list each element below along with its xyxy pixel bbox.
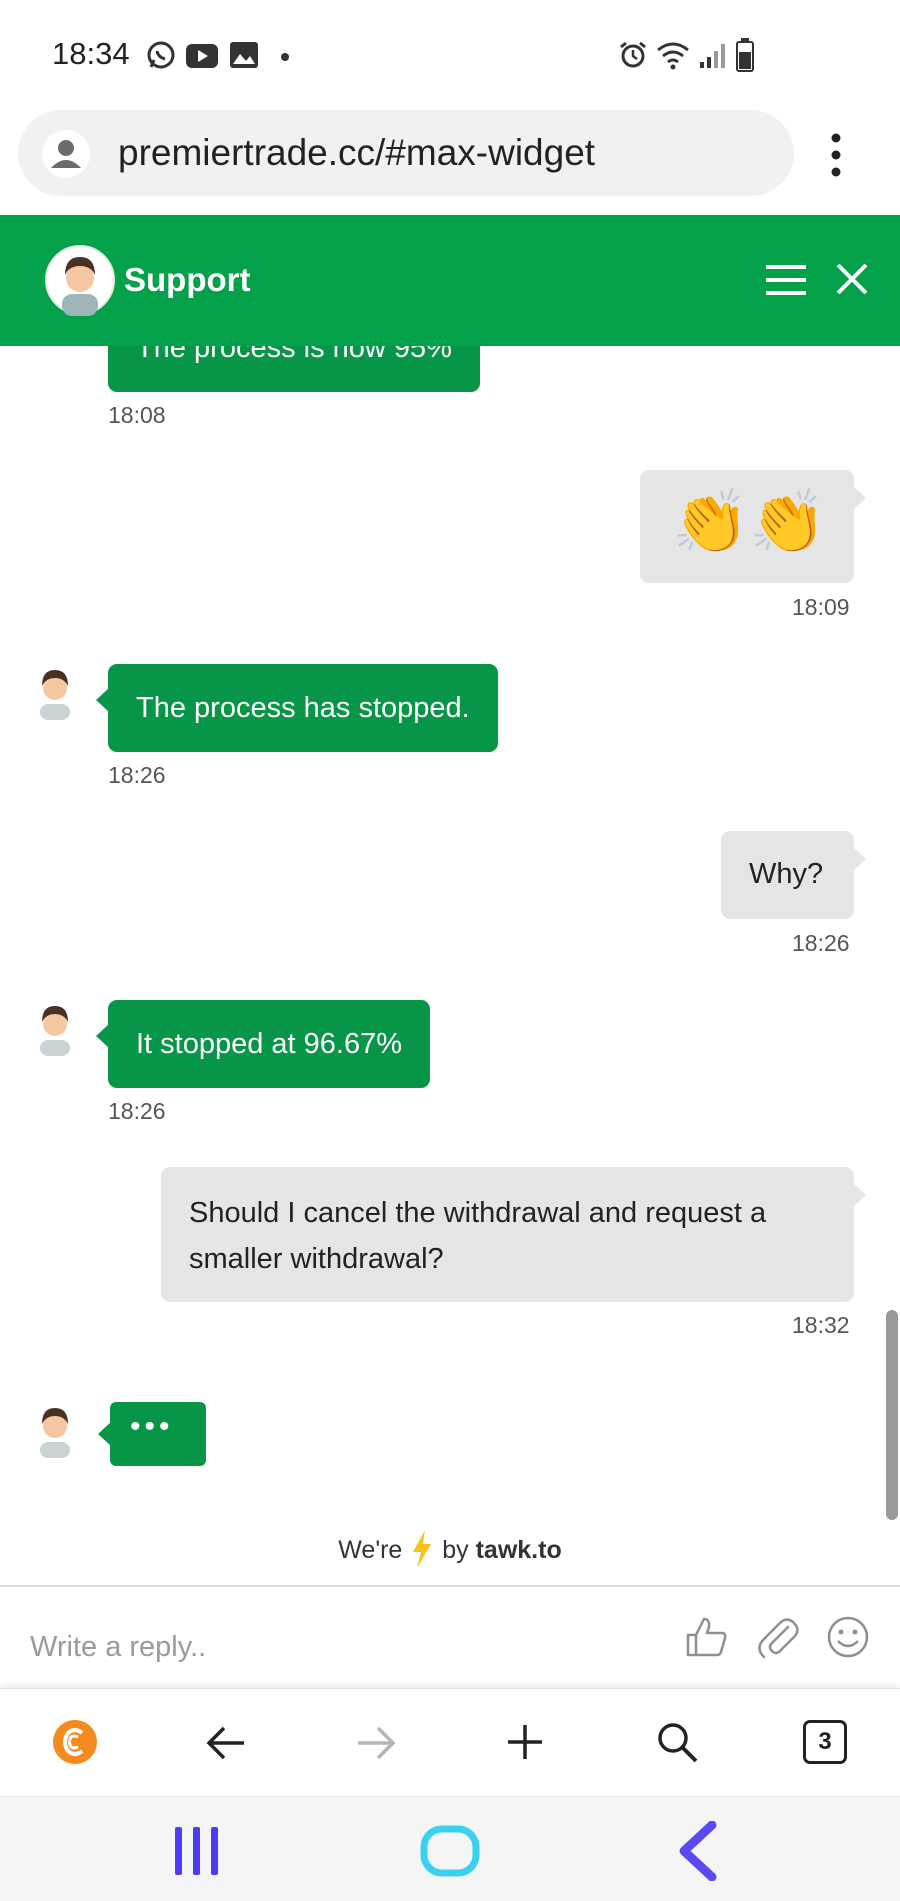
status-bar: 18:34	[0, 0, 900, 110]
tawk-brand[interactable]: tawk.to	[476, 1536, 562, 1564]
message-text: Should I cancel the withdrawal and reque…	[189, 1197, 767, 1275]
browser-toolbar: 3	[0, 1688, 900, 1797]
agent-message: It stopped at 96.67%	[96, 1000, 431, 1088]
notification-dot-icon	[281, 53, 289, 61]
header-title: Support	[124, 261, 251, 298]
agent-avatar-icon	[40, 670, 70, 720]
wifi-icon	[657, 42, 689, 70]
message-time: 18:26	[108, 1098, 166, 1124]
message-text: It stopped at 96.67%	[136, 1028, 403, 1060]
agent-avatar-icon	[45, 245, 115, 316]
address-bar[interactable]: premiertrade.cc/#max-widget	[18, 110, 794, 196]
emoji-icon[interactable]	[826, 1615, 870, 1659]
recent-apps-icon[interactable]	[172, 1825, 222, 1877]
chat-header: Support	[0, 215, 900, 346]
whatsapp-icon	[147, 41, 175, 69]
forward-arrow-icon[interactable]	[356, 1725, 396, 1761]
powered-by[interactable]: We're by tawk.to	[0, 1530, 900, 1568]
battery-icon	[736, 38, 754, 72]
typing-indicator: •••	[98, 1402, 206, 1466]
lightning-icon	[413, 1530, 432, 1568]
tabs-count-button[interactable]: 3	[803, 1720, 847, 1764]
attachment-icon[interactable]	[756, 1613, 800, 1659]
search-icon[interactable]	[656, 1721, 698, 1763]
site-info-icon[interactable]	[42, 130, 90, 178]
signal-icon	[700, 44, 725, 68]
user-message: Should I cancel the withdrawal and reque…	[161, 1167, 866, 1302]
message-text: Why?	[749, 858, 824, 890]
message-time: 18:26	[792, 930, 850, 956]
message-time: 18:32	[792, 1312, 850, 1338]
agent-message: The process has stopped.	[96, 664, 498, 752]
back-arrow-icon[interactable]	[206, 1725, 246, 1761]
user-message: Why?	[721, 831, 866, 919]
new-tab-icon[interactable]	[506, 1723, 544, 1761]
gallery-icon	[230, 42, 258, 68]
user-message: 👏👏	[640, 470, 866, 583]
menu-icon[interactable]	[766, 263, 806, 297]
close-icon[interactable]	[836, 263, 868, 295]
message-time: 18:26	[108, 762, 166, 788]
thumbs-up-icon[interactable]	[684, 1615, 728, 1659]
system-nav-bar	[0, 1796, 900, 1901]
message-time: 18:08	[108, 402, 166, 428]
powered-by-word: by	[442, 1536, 469, 1564]
powered-prefix: We're	[338, 1536, 403, 1564]
coin-app-icon[interactable]	[52, 1719, 98, 1765]
message-time: 18:09	[792, 594, 850, 620]
reply-composer[interactable]: Write a reply..	[0, 1585, 900, 1690]
back-icon[interactable]	[676, 1821, 720, 1881]
youtube-icon	[186, 44, 218, 68]
typing-dots: •••	[130, 1410, 174, 1443]
agent-avatar-icon	[40, 1006, 70, 1056]
url-text[interactable]: premiertrade.cc/#max-widget	[118, 132, 595, 174]
reply-input[interactable]: Write a reply..	[30, 1631, 206, 1664]
status-time: 18:34	[52, 36, 130, 71]
more-options-icon[interactable]	[826, 133, 846, 177]
message-text: 👏👏	[672, 488, 827, 557]
home-icon[interactable]	[420, 1825, 480, 1877]
message-text: The process has stopped.	[136, 692, 470, 724]
agent-avatar-icon	[40, 1408, 70, 1458]
alarm-icon	[620, 41, 646, 68]
scrollbar[interactable]	[886, 1310, 898, 1520]
